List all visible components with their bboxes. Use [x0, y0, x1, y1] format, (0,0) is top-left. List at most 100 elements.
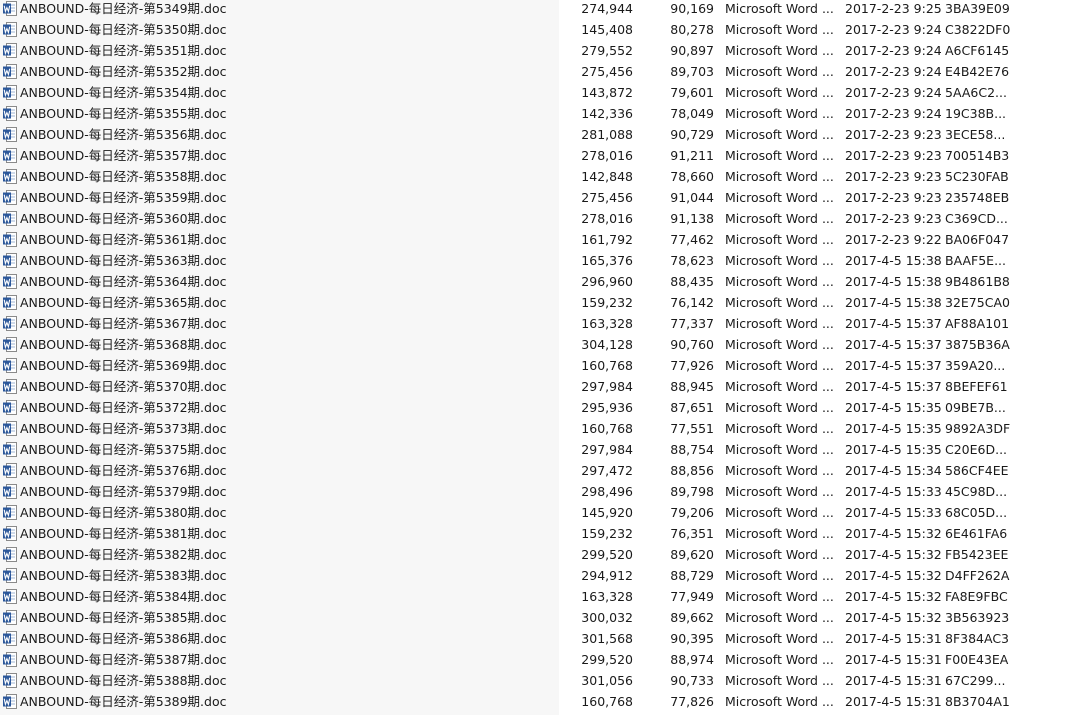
packed-size: 76,142 [670, 295, 714, 310]
file-name: ANBOUND-每日经济-第5382期.doc [20, 547, 227, 562]
word-document-icon [3, 463, 17, 478]
list-item[interactable]: ANBOUND-每日经济-第5389期.doc 160,768 77,826 Micr… [0, 691, 1085, 712]
packed-size: 90,729 [670, 127, 714, 142]
file-name: ANBOUND-每日经济-第5384期.doc [20, 589, 227, 604]
word-document-icon [3, 694, 17, 709]
file-type: Microsoft Word ... [725, 442, 834, 457]
file-size: 299,520 [581, 547, 633, 562]
list-item[interactable]: ANBOUND-每日经济-第5355期.doc 142,336 78,049 Micr… [0, 103, 1085, 124]
crc-value: 3ECE58... [945, 127, 1006, 142]
crc-value: BAAF5E... [945, 253, 1006, 268]
file-size: 300,032 [581, 610, 633, 625]
packed-size: 89,620 [670, 547, 714, 562]
list-item[interactable]: ANBOUND-每日经济-第5383期.doc 294,912 88,729 Micr… [0, 565, 1085, 586]
packed-size: 88,729 [670, 568, 714, 583]
list-item[interactable]: ANBOUND-每日经济-第5364期.doc 296,960 88,435 Micr… [0, 271, 1085, 292]
file-size: 296,960 [581, 274, 633, 289]
modified-date: 2017-2-23 9:23 [845, 169, 941, 184]
modified-date: 2017-4-5 15:35 [845, 421, 941, 436]
file-type: Microsoft Word ... [725, 64, 834, 79]
list-item[interactable]: ANBOUND-每日经济-第5357期.doc 278,016 91,211 Micr… [0, 145, 1085, 166]
file-type: Microsoft Word ... [725, 505, 834, 520]
list-item[interactable]: ANBOUND-每日经济-第5379期.doc 298,496 89,798 Micr… [0, 481, 1085, 502]
file-type: Microsoft Word ... [725, 568, 834, 583]
file-name: ANBOUND-每日经济-第5361期.doc [20, 232, 227, 247]
list-item[interactable]: ANBOUND-每日经济-第5368期.doc 304,128 90,760 Micr… [0, 334, 1085, 355]
list-item[interactable]: ANBOUND-每日经济-第5356期.doc 281,088 90,729 Micr… [0, 124, 1085, 145]
word-document-icon [3, 547, 17, 562]
file-type: Microsoft Word ... [725, 526, 834, 541]
word-document-icon [3, 358, 17, 373]
file-name: ANBOUND-每日经济-第5359期.doc [20, 190, 227, 205]
file-name: ANBOUND-每日经济-第5349期.doc [20, 1, 227, 16]
list-item[interactable]: ANBOUND-每日经济-第5388期.doc 301,056 90,733 Micr… [0, 670, 1085, 691]
file-name: ANBOUND-每日经济-第5350期.doc [20, 22, 227, 37]
file-name: ANBOUND-每日经济-第5389期.doc [20, 694, 227, 709]
packed-size: 79,206 [670, 505, 714, 520]
crc-value: C20E6D... [945, 442, 1008, 457]
modified-date: 2017-2-23 9:24 [845, 43, 941, 58]
modified-date: 2017-2-23 9:23 [845, 211, 941, 226]
modified-date: 2017-2-23 9:24 [845, 106, 941, 121]
packed-size: 76,351 [670, 526, 714, 541]
modified-date: 2017-4-5 15:37 [845, 316, 941, 331]
list-item[interactable]: ANBOUND-每日经济-第5360期.doc 278,016 91,138 Micr… [0, 208, 1085, 229]
list-item[interactable]: ANBOUND-每日经济-第5358期.doc 142,848 78,660 Micr… [0, 166, 1085, 187]
modified-date: 2017-2-23 9:25 [845, 1, 941, 16]
list-item[interactable]: ANBOUND-每日经济-第5359期.doc 275,456 91,044 Micr… [0, 187, 1085, 208]
modified-date: 2017-4-5 15:31 [845, 652, 941, 667]
file-type: Microsoft Word ... [725, 169, 834, 184]
list-item[interactable]: ANBOUND-每日经济-第5375期.doc 297,984 88,754 Micr… [0, 439, 1085, 460]
list-item[interactable]: ANBOUND-每日经济-第5369期.doc 160,768 77,926 Micr… [0, 355, 1085, 376]
packed-size: 77,551 [670, 421, 714, 436]
list-item[interactable]: ANBOUND-每日经济-第5376期.doc 297,472 88,856 Micr… [0, 460, 1085, 481]
file-size: 301,056 [581, 673, 633, 688]
file-name: ANBOUND-每日经济-第5352期.doc [20, 64, 227, 79]
list-item[interactable]: ANBOUND-每日经济-第5372期.doc 295,936 87,651 Micr… [0, 397, 1085, 418]
word-document-icon [3, 190, 17, 205]
list-item[interactable]: ANBOUND-每日经济-第5385期.doc 300,032 89,662 Micr… [0, 607, 1085, 628]
list-item[interactable]: ANBOUND-每日经济-第5380期.doc 145,920 79,206 Micr… [0, 502, 1085, 523]
modified-date: 2017-4-5 15:32 [845, 547, 941, 562]
crc-value: 3B563923 [945, 610, 1010, 625]
file-size: 160,768 [581, 358, 633, 373]
crc-value: 235748EB [945, 190, 1010, 205]
list-item[interactable]: ANBOUND-每日经济-第5365期.doc 159,232 76,142 Micr… [0, 292, 1085, 313]
packed-size: 90,897 [670, 43, 714, 58]
file-type: Microsoft Word ... [725, 463, 834, 478]
list-item[interactable]: ANBOUND-每日经济-第5384期.doc 163,328 77,949 Micr… [0, 586, 1085, 607]
list-item[interactable]: ANBOUND-每日经济-第5354期.doc 143,872 79,601 Micr… [0, 82, 1085, 103]
word-document-icon [3, 316, 17, 331]
file-size: 163,328 [581, 589, 633, 604]
file-size: 274,944 [581, 1, 633, 16]
list-item[interactable]: ANBOUND-每日经济-第5351期.doc 279,552 90,897 Micr… [0, 40, 1085, 61]
file-name: ANBOUND-每日经济-第5375期.doc [20, 442, 227, 457]
list-item[interactable]: ANBOUND-每日经济-第5373期.doc 160,768 77,551 Micr… [0, 418, 1085, 439]
modified-date: 2017-4-5 15:32 [845, 610, 941, 625]
crc-value: 9B4861B8 [945, 274, 1010, 289]
packed-size: 88,754 [670, 442, 714, 457]
list-item[interactable]: ANBOUND-每日经济-第5381期.doc 159,232 76,351 Micr… [0, 523, 1085, 544]
word-document-icon [3, 274, 17, 289]
list-item[interactable]: ANBOUND-每日经济-第5349期.doc 274,944 90,169 Micr… [0, 0, 1085, 19]
file-size: 297,984 [581, 442, 633, 457]
list-item[interactable]: ANBOUND-每日经济-第5370期.doc 297,984 88,945 Micr… [0, 376, 1085, 397]
file-name: ANBOUND-每日经济-第5370期.doc [20, 379, 227, 394]
list-item[interactable]: ANBOUND-每日经济-第5386期.doc 301,568 90,395 Micr… [0, 628, 1085, 649]
file-type: Microsoft Word ... [725, 484, 834, 499]
list-item[interactable]: ANBOUND-每日经济-第5387期.doc 299,520 88,974 Micr… [0, 649, 1085, 670]
word-document-icon [3, 442, 17, 457]
list-item[interactable]: ANBOUND-每日经济-第5382期.doc 299,520 89,620 Micr… [0, 544, 1085, 565]
list-item[interactable]: ANBOUND-每日经济-第5363期.doc 165,376 78,623 Micr… [0, 250, 1085, 271]
list-item[interactable]: ANBOUND-每日经济-第5367期.doc 163,328 77,337 Micr… [0, 313, 1085, 334]
file-size: 275,456 [581, 190, 633, 205]
packed-size: 90,395 [670, 631, 714, 646]
word-document-icon [3, 673, 17, 688]
list-item[interactable]: ANBOUND-每日经济-第5352期.doc 275,456 89,703 Micr… [0, 61, 1085, 82]
word-document-icon [3, 232, 17, 247]
list-item[interactable]: ANBOUND-每日经济-第5350期.doc 145,408 80,278 Micr… [0, 19, 1085, 40]
file-type: Microsoft Word ... [725, 43, 834, 58]
modified-date: 2017-4-5 15:32 [845, 589, 941, 604]
crc-value: 8F384AC3 [945, 631, 1010, 646]
list-item[interactable]: ANBOUND-每日经济-第5361期.doc 161,792 77,462 Micr… [0, 229, 1085, 250]
